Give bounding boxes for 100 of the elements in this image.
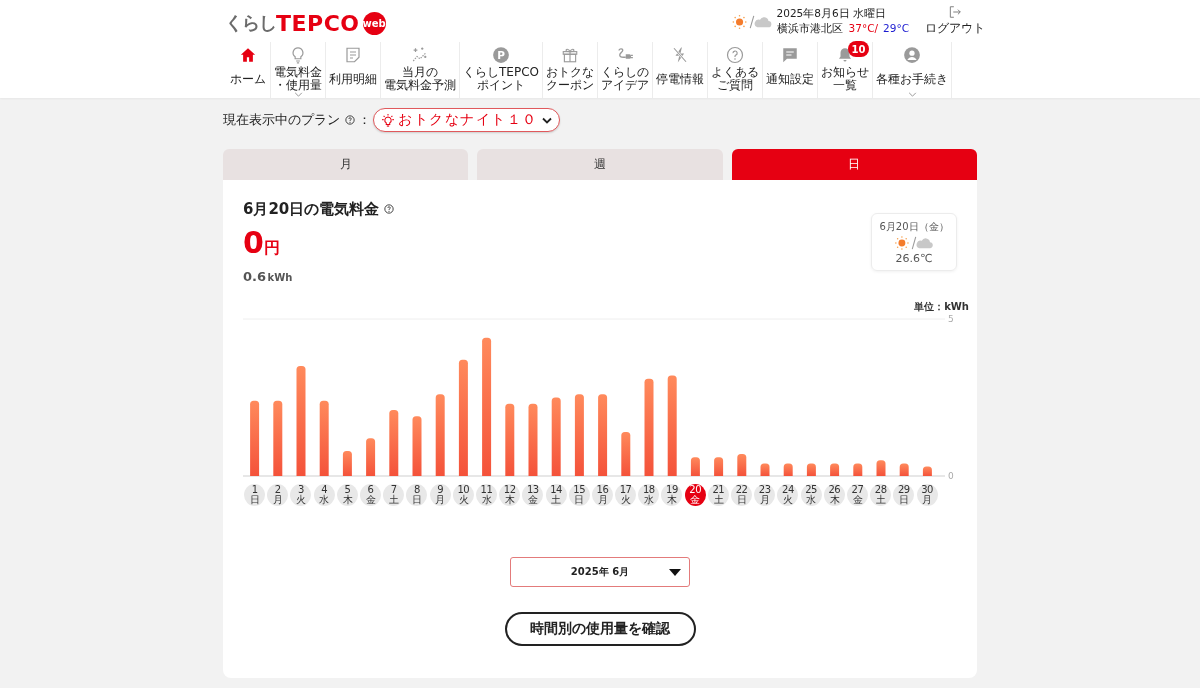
x-tick-label: 19 xyxy=(666,484,678,495)
high-temperature: 37°C/ xyxy=(848,21,879,36)
x-tick-label: 18 xyxy=(642,484,655,495)
gift-icon xyxy=(561,46,579,64)
help-icon[interactable] xyxy=(345,115,355,125)
nav-item[interactable]: よくある ご質問 xyxy=(708,42,763,98)
nav-item[interactable]: おトクな クーポン xyxy=(543,42,598,98)
x-tick-label: 22 xyxy=(735,484,748,495)
day-chip[interactable]: 28 土 xyxy=(870,484,892,506)
header-date: 2025年8月6日 水曜日 xyxy=(776,6,887,21)
day-chip[interactable]: 6 金 xyxy=(360,484,382,506)
x-tick-label: 25 xyxy=(805,484,817,495)
chart-bar xyxy=(714,457,724,476)
day-chip[interactable]: 20 金 xyxy=(684,484,706,506)
day-chip[interactable]: 1 日 xyxy=(244,484,266,506)
month-select[interactable]: 2025年 6月 xyxy=(510,557,690,587)
logo-kana-text: くらし xyxy=(225,11,276,35)
day-chip[interactable]: 14 土 xyxy=(545,484,567,506)
day-chip[interactable]: 9 月 xyxy=(429,484,451,506)
chart-bar xyxy=(690,457,700,476)
day-chip[interactable]: 17 火 xyxy=(615,484,637,506)
tab[interactable]: 月 xyxy=(223,149,469,180)
day-chip[interactable]: 13 金 xyxy=(522,484,544,506)
chart-bar xyxy=(412,416,422,476)
nav-item[interactable]: 利用明細 xyxy=(326,42,381,98)
sun-and-cloud-icon xyxy=(895,234,933,251)
day-chip[interactable]: 24 火 xyxy=(777,484,799,506)
lightning-off-icon xyxy=(671,46,689,64)
chart-bar xyxy=(876,460,886,476)
tab[interactable]: 日 xyxy=(731,149,977,180)
day-chip[interactable]: 7 土 xyxy=(383,484,405,506)
document-icon xyxy=(344,46,362,64)
x-tick-label: 14 xyxy=(550,484,562,495)
day-chip[interactable]: 21 土 xyxy=(707,484,729,506)
chart-bar xyxy=(899,463,909,476)
chart-bar xyxy=(366,438,376,476)
nav-item[interactable]: くらしの アイデア xyxy=(598,42,653,98)
axis-tick-label: 0 xyxy=(948,471,954,481)
x-tick-label: 11 xyxy=(480,484,493,495)
day-chip[interactable]: 5 木 xyxy=(336,484,358,506)
lightbulb-icon xyxy=(289,46,307,64)
axis-tick-label: 5 xyxy=(948,314,954,324)
day-chip[interactable]: 27 金 xyxy=(846,484,868,506)
x-tick-label: 16 xyxy=(596,484,609,495)
nav-item[interactable]: 停電情報 xyxy=(653,42,708,98)
day-chip[interactable]: 15 日 xyxy=(568,484,590,506)
day-chip[interactable]: 25 水 xyxy=(800,484,822,506)
x-tick-label: 29 xyxy=(897,484,910,495)
x-tick-label: 1 xyxy=(251,484,258,495)
usage-value: 0.6 xyxy=(243,269,267,284)
nav-item[interactable]: 通知設定 xyxy=(763,42,818,98)
hourly-usage-button[interactable]: 時間別の使用量を確認 xyxy=(504,612,696,646)
day-chip[interactable]: 23 月 xyxy=(754,484,776,506)
day-chip[interactable]: 11 水 xyxy=(475,484,497,506)
day-chip[interactable]: 16 月 xyxy=(591,484,613,506)
day-chip[interactable]: 10 火 xyxy=(452,484,474,506)
nav-item[interactable]: P くらしTEPCO ポイント xyxy=(460,42,543,98)
x-tick-label: 9 xyxy=(437,484,444,495)
unit-label: 単位：kWh xyxy=(914,301,969,313)
day-chip[interactable]: 26 木 xyxy=(823,484,845,506)
plan-separator: ： xyxy=(358,111,371,129)
chevron-down-icon xyxy=(541,116,552,124)
chart-bar xyxy=(621,432,631,476)
chart-bar xyxy=(737,454,747,476)
x-tick-label: 21 xyxy=(712,484,725,495)
plan-select[interactable]: おトクなナイト１０ xyxy=(373,108,560,132)
caret-down-icon xyxy=(669,568,681,576)
chart-bar xyxy=(830,463,840,476)
logout-button[interactable]: ログアウト xyxy=(925,5,985,37)
user-icon xyxy=(903,46,921,64)
nav-item[interactable]: 各種お手続き xyxy=(873,42,952,98)
x-tick-label: 7 xyxy=(390,484,397,495)
day-chip[interactable]: 12 木 xyxy=(499,484,521,506)
nav-item[interactable]: ホーム xyxy=(225,42,271,98)
day-chip[interactable]: 8 日 xyxy=(406,484,428,506)
x-tick-label: 2 xyxy=(274,484,281,495)
day-chip[interactable]: 29 日 xyxy=(893,484,915,506)
day-chip[interactable]: 22 日 xyxy=(731,484,753,506)
day-chip[interactable]: 30 月 xyxy=(916,484,938,506)
x-tick-label: 24 xyxy=(782,484,794,495)
help-icon[interactable] xyxy=(384,204,395,214)
x-tick-label: 10 xyxy=(457,484,470,495)
nav-item[interactable]: 当月の 電気料金予測 xyxy=(381,42,460,98)
sparkle-chart-icon xyxy=(411,46,429,64)
nav-item[interactable]: 電気料金 ・使用量 xyxy=(271,42,326,98)
day-chip[interactable]: 18 水 xyxy=(638,484,660,506)
nav-item[interactable]: 10 お知らせ 一覧 xyxy=(818,42,873,98)
x-tick-label: 23 xyxy=(758,484,771,495)
tab[interactable]: 週 xyxy=(477,149,723,180)
plan-label: 現在表示中のプラン xyxy=(223,111,340,129)
logo-web-badge: web xyxy=(362,11,386,35)
day-chip[interactable]: 3 火 xyxy=(290,484,312,506)
day-chip[interactable]: 2 月 xyxy=(267,484,289,506)
day-chip[interactable]: 4 水 xyxy=(313,484,335,506)
day-chip[interactable]: 19 木 xyxy=(661,484,683,506)
bill-title: 6月20日の電気料金 xyxy=(243,200,380,218)
chart-bar xyxy=(853,463,863,476)
x-tick-label: 20 xyxy=(689,484,702,495)
chart-bar xyxy=(922,466,932,476)
chart-bar xyxy=(806,463,816,476)
